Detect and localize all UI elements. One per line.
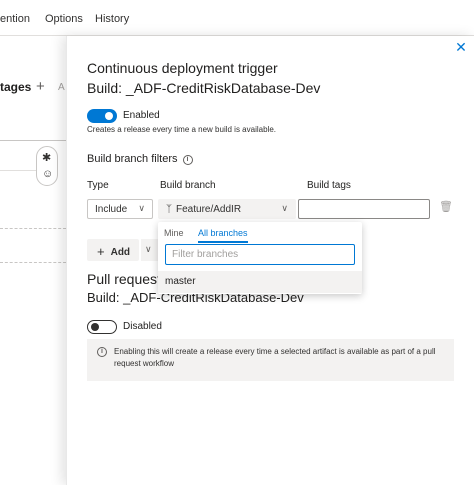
add-stage-icon[interactable]: + [36, 78, 45, 95]
info-icon: i [97, 347, 107, 357]
filter-branches-box[interactable] [165, 244, 355, 265]
build-tags-input[interactable] [298, 199, 430, 219]
pr-info-box: i Enabling this will create a release ev… [87, 339, 454, 381]
cd-trigger-panel: ✕ Continuous deployment trigger Build: _… [66, 36, 474, 485]
branch-dropdown[interactable]: ᛉ Feature/AddIR ∨ [158, 199, 296, 219]
filter-branches-input[interactable] [172, 249, 348, 260]
branch-popup: Mine All branches master [158, 222, 362, 294]
add-stage-partial-label: A [58, 82, 65, 93]
tab-all-branches[interactable]: All branches [198, 228, 248, 243]
build-source: Build: _ADF-CreditRiskDatabase-Dev [87, 80, 321, 96]
rocket-icon[interactable]: ✱ [42, 151, 51, 164]
pipeline-connector [0, 140, 66, 141]
top-nav: ention Options History [0, 0, 474, 36]
pr-info-text: Enabling this will create a release ever… [114, 347, 436, 368]
filters-heading: Build branch filters i [87, 153, 193, 165]
pipeline-dashed-line [0, 262, 66, 263]
pipeline-divider [0, 170, 40, 171]
branch-option-master[interactable]: master [158, 271, 362, 293]
add-filter-button[interactable]: + Add [87, 239, 139, 261]
stages-label: tages [0, 80, 32, 94]
trash-icon[interactable]: 🗑 [439, 200, 453, 213]
pipeline-dashed-line [0, 228, 66, 229]
enabled-toggle-label: Enabled [123, 110, 160, 121]
stage-actions-pill[interactable]: ✱ ☺ [36, 146, 58, 186]
close-icon[interactable]: ✕ [454, 40, 468, 54]
panel-title: Continuous deployment trigger [87, 60, 278, 76]
chevron-down-icon: ∨ [138, 203, 145, 213]
tab-mine[interactable]: Mine [164, 228, 184, 238]
chevron-down-icon: ∨ [281, 203, 288, 213]
branch-icon: ᛉ [166, 204, 172, 215]
add-options-chevron[interactable]: ∨ [141, 239, 159, 261]
col-tags: Build tags [307, 180, 351, 191]
plus-icon: + [97, 244, 105, 259]
nav-item-options[interactable]: Options [45, 13, 83, 25]
pr-toggle[interactable] [87, 320, 117, 334]
nav-item-history[interactable]: History [95, 13, 129, 25]
col-type: Type [87, 180, 109, 191]
enabled-toggle[interactable] [87, 109, 117, 123]
nav-item-retention[interactable]: ention [0, 13, 30, 25]
info-icon[interactable]: i [182, 155, 193, 165]
branch-value: Feature/AddIR [176, 204, 242, 215]
type-dropdown[interactable]: Include ∨ [87, 199, 153, 219]
pull-request-heading: Pull request [87, 271, 161, 287]
person-icon[interactable]: ☺ [42, 168, 53, 180]
col-branch: Build branch [160, 180, 216, 191]
pr-toggle-label: Disabled [123, 321, 162, 332]
type-value: Include [95, 204, 128, 215]
enabled-description: Creates a release every time a new build… [87, 125, 276, 134]
